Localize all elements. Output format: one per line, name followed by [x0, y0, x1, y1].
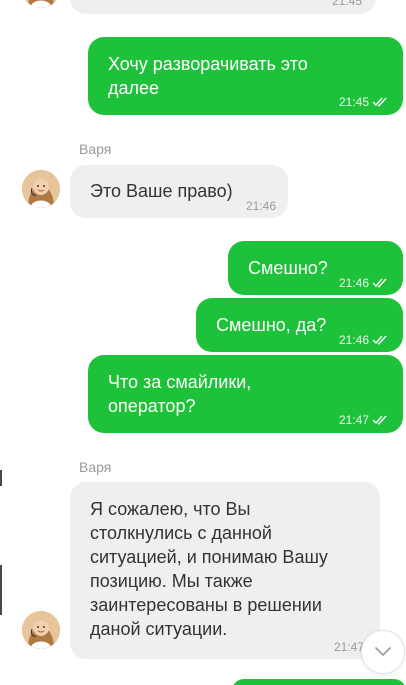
chat-thread: 21:45 Хочу разворачивать это далее 21:45…: [0, 0, 406, 685]
operator-avatar-icon: [22, 0, 60, 8]
message-meta: 21:46: [339, 276, 389, 291]
operator-avatar-icon: [22, 170, 60, 208]
message-time: 21:46: [245, 199, 276, 213]
operator-avatar: [22, 0, 60, 8]
message-text: Это Ваше право): [90, 181, 233, 201]
message-time: 21:47: [333, 640, 364, 654]
message-time: 21:45: [338, 95, 369, 109]
message-text: Я сожалею, что Вы столкнулись с данной с…: [90, 499, 328, 639]
double-check-icon: [372, 277, 389, 291]
message-time: 21:46: [338, 333, 369, 347]
message-bubble-incoming: Это Ваше право) 21:46: [70, 165, 288, 218]
message-meta: 21:47: [339, 413, 389, 428]
message-bubble-outgoing: Что за смайлики, оператор? 21:47: [88, 355, 403, 433]
double-check-icon: [372, 414, 389, 428]
message-bubble-outgoing: [232, 679, 406, 685]
message-text: Хочу разворачивать это далее: [108, 54, 308, 98]
message-text: Смешно, да?: [216, 315, 327, 335]
message-meta: 21:45: [339, 95, 389, 110]
operator-avatar: [22, 170, 60, 208]
message-text: Смешно?: [248, 258, 328, 278]
double-check-icon: [372, 96, 389, 110]
sender-name: Варя: [79, 459, 112, 475]
message-bubble-outgoing: Хочу разворачивать это далее 21:45: [88, 37, 403, 115]
scroll-to-bottom-button[interactable]: [361, 630, 405, 674]
window-edge: [0, 565, 2, 615]
sender-name: Варя: [79, 141, 112, 157]
message-time: 21:45: [331, 0, 362, 8]
message-bubble-outgoing: Смешно, да? 21:46: [196, 298, 403, 352]
message-meta: 21:46: [339, 333, 389, 348]
message-time: 21:46: [338, 276, 369, 290]
message-text: Что за смайлики, оператор?: [108, 372, 252, 416]
message-bubble-outgoing: Смешно? 21:46: [228, 241, 403, 295]
message-time: 21:47: [338, 413, 369, 427]
double-check-icon: [372, 334, 389, 348]
chevron-down-icon: [375, 647, 391, 656]
operator-avatar: [22, 611, 60, 649]
message-bubble-incoming: Я сожалею, что Вы столкнулись с данной с…: [70, 482, 380, 659]
window-edge: [0, 470, 2, 486]
message-bubble-incoming: 21:45: [70, 0, 376, 14]
operator-avatar-icon: [22, 611, 60, 649]
